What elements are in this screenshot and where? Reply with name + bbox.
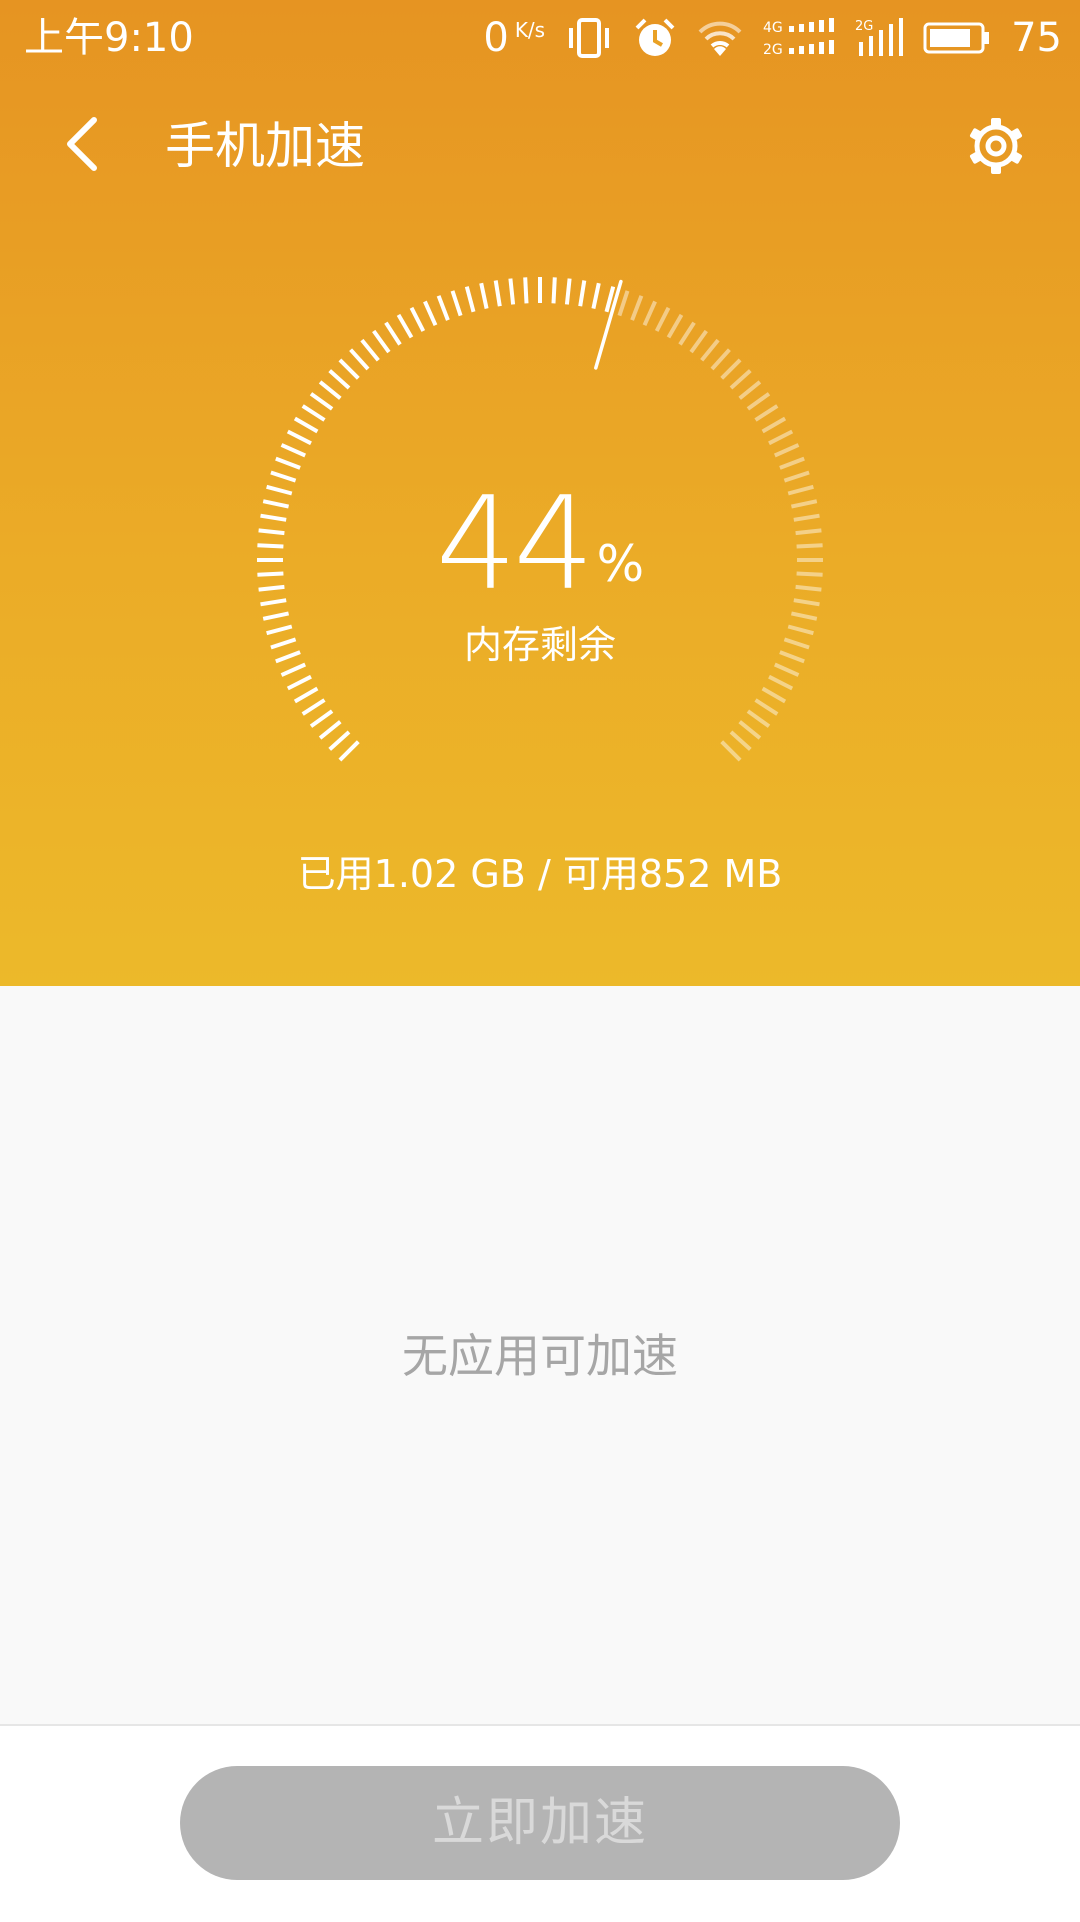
gauge-tick — [678, 321, 696, 346]
gauge-tick — [773, 443, 800, 458]
gauge-tick — [578, 280, 587, 307]
gauge-tick — [464, 286, 476, 313]
gauge-tick — [720, 358, 742, 380]
gauge-tick — [260, 598, 287, 607]
gauge-tick — [301, 404, 326, 422]
gauge-tick — [729, 730, 752, 751]
gauge-tick — [450, 290, 463, 317]
gauge-tick — [436, 295, 450, 321]
gauge-tick — [257, 571, 284, 577]
gauge-tick — [318, 380, 342, 400]
gauge-tick — [796, 543, 823, 549]
gauge-tick — [793, 598, 820, 607]
gauge-tick — [787, 624, 814, 636]
gauge-tick — [338, 740, 360, 762]
gauge-readout: 44 % 内存剩余 — [390, 480, 690, 670]
gauge-tick — [280, 662, 307, 677]
gauge-tick — [262, 611, 290, 621]
gauge-tick — [309, 392, 334, 411]
gauge-tick — [564, 278, 572, 305]
gauge-tick — [523, 277, 529, 304]
memory-free-label: 内存剩余 — [463, 623, 616, 667]
gauge-tick — [328, 730, 351, 751]
percent-unit: % — [596, 535, 645, 593]
gauge-tick — [409, 306, 426, 332]
gauge-tick — [551, 277, 557, 304]
gauge-tick — [301, 698, 326, 716]
gauge-tick — [793, 513, 820, 522]
gauge-tick — [700, 338, 720, 362]
gauge-tick — [396, 313, 414, 339]
gauge-tick — [257, 543, 284, 549]
empty-state-message: 无应用可加速 — [402, 1329, 678, 1383]
gauge-tick — [293, 686, 319, 704]
gauge-tick — [508, 278, 516, 305]
gauge-tick — [738, 380, 762, 400]
gauge-tick — [262, 499, 290, 509]
gauge-tick — [360, 338, 380, 362]
gauge-tick — [779, 650, 805, 664]
gauge-tick — [266, 624, 293, 636]
gauge-tick — [286, 429, 312, 446]
gauge-tick — [796, 571, 823, 577]
gauge-tick — [479, 282, 489, 310]
gauge-tick — [795, 528, 822, 536]
gauge-tick — [720, 740, 742, 762]
memory-summary: 已用1.02 GB / 可用852 MB — [297, 852, 783, 896]
gauge-tick — [275, 650, 301, 664]
gauge-tick — [761, 686, 787, 704]
gauge-tick — [710, 348, 731, 371]
gauge-tick — [280, 443, 307, 458]
gauge-tick — [309, 709, 334, 728]
gauge-tick — [328, 369, 351, 390]
gauge-tick — [384, 321, 402, 346]
gauge-tick — [795, 584, 822, 592]
gauge-tick — [630, 295, 644, 321]
gauge-tick — [493, 280, 502, 307]
gauge-tick — [783, 470, 810, 483]
gauge-tick — [779, 456, 805, 470]
boost-now-button[interactable]: 立即加速 — [180, 1766, 900, 1880]
gauge-tick — [318, 720, 342, 740]
gauge-tick — [790, 611, 818, 621]
gauge-tick — [746, 709, 771, 728]
gauge-tick — [349, 348, 370, 371]
gauge-tick — [729, 369, 752, 390]
gauge-tick — [293, 416, 319, 434]
gauge-tick — [768, 429, 794, 446]
gauge-tick — [423, 300, 438, 327]
gauge-tick — [260, 513, 287, 522]
gauge-tick — [270, 470, 297, 483]
gauge-tick — [783, 637, 810, 650]
gauge-tick — [746, 392, 771, 411]
gauge-tick — [591, 282, 601, 310]
gauge-tick — [338, 358, 360, 380]
gauge-tick — [689, 329, 708, 354]
gauge-tick — [275, 456, 301, 470]
gauge-tick — [372, 329, 391, 354]
bottom-bar: 立即加速 — [0, 1724, 1080, 1922]
gauge-tick — [286, 674, 312, 691]
gauge-value: 44 % — [436, 480, 644, 610]
gauge-tick — [761, 416, 787, 434]
gauge-tick — [270, 637, 297, 650]
gauge-tick — [642, 300, 657, 327]
gauge-tick — [790, 499, 818, 509]
gauge-tick — [266, 484, 293, 496]
gauge-tick — [258, 528, 285, 536]
gauge-tick — [617, 290, 630, 317]
gauge-tick — [773, 662, 800, 677]
gauge-tick — [738, 720, 762, 740]
gauge-tick — [754, 404, 779, 422]
gauge-tick — [258, 584, 285, 592]
gauge-tick — [654, 306, 671, 332]
gauge-tick — [754, 698, 779, 716]
gauge-tick — [787, 484, 814, 496]
gauge-needle — [594, 279, 623, 370]
gauge-tick — [768, 674, 794, 691]
memory-free-percent: 44 — [435, 470, 595, 619]
gauge-tick — [666, 313, 684, 339]
